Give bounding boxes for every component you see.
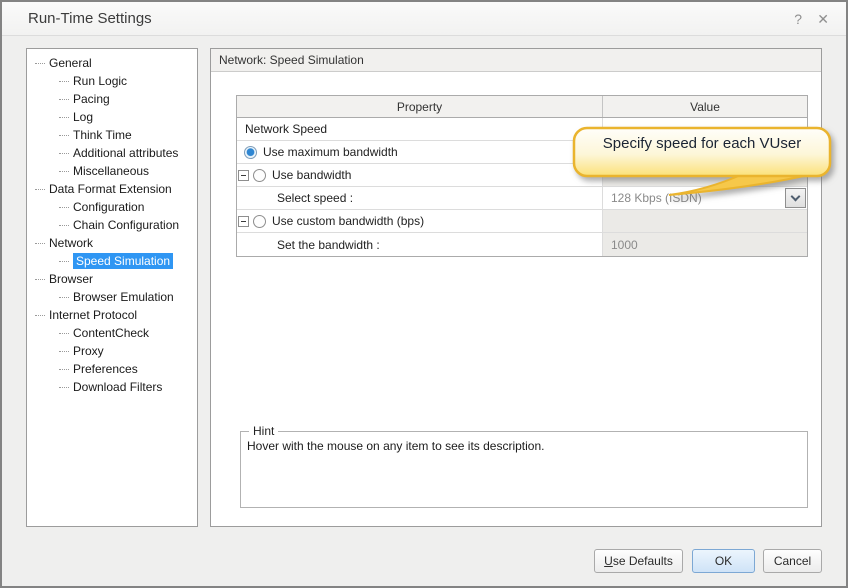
collapse-icon-use-custom-bandwidth[interactable] [238,216,249,227]
tree-guide [59,225,69,226]
tree-guide [59,135,69,136]
tree-item-log[interactable]: Log [27,108,197,126]
tree-guide [59,99,69,100]
close-icon[interactable]: ✕ [817,11,829,28]
select-speed-label: Select speed : [237,191,353,205]
tree-guide [35,243,45,244]
column-header-property: Property [237,96,603,117]
radio-label-use-custom-bandwidth: Use custom bandwidth (bps) [272,214,424,228]
property-table: Property Value Network Speed Use maximum… [236,95,808,257]
ok-button[interactable]: OK [692,549,755,573]
tree-guide [59,171,69,172]
table-row: Use maximum bandwidth [237,141,807,164]
hint-text: Hover with the mouse on any item to see … [247,439,544,453]
combobox-dropdown-button[interactable] [785,188,806,208]
hint-legend: Hint [249,424,278,438]
radio-use-custom-bandwidth[interactable] [253,215,266,228]
tree-guide [35,279,45,280]
tree-guide [59,369,69,370]
tree-guide [35,315,45,316]
set-bandwidth-value: 1000 [603,238,638,252]
tree-item-contentcheck[interactable]: ContentCheck [27,324,197,342]
tree-guide [59,153,69,154]
tree-item-pacing[interactable]: Pacing [27,90,197,108]
tree-item-network[interactable]: Network [27,234,197,252]
help-icon[interactable]: ? [794,11,802,27]
radio-use-bandwidth[interactable] [253,169,266,182]
column-header-value: Value [603,96,807,117]
tree-item-think-time[interactable]: Think Time [27,126,197,144]
tree-guide [59,81,69,82]
tree-guide [59,297,69,298]
tree-item-miscellaneous[interactable]: Miscellaneous [27,162,197,180]
hint-groupbox: Hint Hover with the mouse on any item to… [240,431,808,508]
radio-label-use-bandwidth: Use bandwidth [272,168,351,182]
cancel-button[interactable]: Cancel [763,549,822,573]
tree-guide [59,333,69,334]
use-defaults-button[interactable]: Use Defaults [594,549,683,573]
collapse-icon-use-bandwidth[interactable] [238,170,249,181]
table-row: Network Speed [237,118,807,141]
radio-label-use-maximum-bandwidth: Use maximum bandwidth [263,145,398,159]
settings-panel: Network: Speed Simulation Property Value… [210,48,822,527]
dialog-title: Run-Time Settings [28,10,152,27]
panel-header: Network: Speed Simulation [211,49,821,72]
tree-item-preferences[interactable]: Preferences [27,360,197,378]
set-bandwidth-label: Set the bandwidth : [237,238,380,252]
tree-guide [59,207,69,208]
table-row: Set the bandwidth : 1000 [237,233,807,256]
table-row: Use custom bandwidth (bps) [237,210,807,233]
tree-item-run-logic[interactable]: Run Logic [27,72,197,90]
table-row: Use bandwidth [237,164,807,187]
tree-guide [35,63,45,64]
tree-guide [59,261,69,262]
tree-item-browser[interactable]: Browser [27,270,197,288]
select-speed-combobox[interactable]: 128 Kbps (ISDN) [603,187,807,209]
tree-item-download-filters[interactable]: Download Filters [27,378,197,396]
tree-item-speed-simulation[interactable]: Speed Simulation [27,252,197,270]
title-bar: Run-Time Settings ? ✕ [2,2,846,36]
runtime-settings-dialog: Run-Time Settings ? ✕ General Run Logic … [0,0,848,588]
radio-use-maximum-bandwidth[interactable] [244,146,257,159]
tree-guide [59,351,69,352]
tree-item-browser-emulation[interactable]: Browser Emulation [27,288,197,306]
tree-item-general[interactable]: General [27,54,197,72]
select-speed-value: 128 Kbps (ISDN) [603,191,702,205]
category-network-speed: Network Speed [237,122,327,136]
tree-item-chain-configuration[interactable]: Chain Configuration [27,216,197,234]
tree-item-proxy[interactable]: Proxy [27,342,197,360]
table-header-row: Property Value [237,96,807,118]
tree-item-data-format-extension[interactable]: Data Format Extension [27,180,197,198]
table-row: Select speed : 128 Kbps (ISDN) [237,187,807,210]
tree-item-additional-attributes[interactable]: Additional attributes [27,144,197,162]
tree-item-configuration[interactable]: Configuration [27,198,197,216]
settings-tree: General Run Logic Pacing Log Think Time … [26,48,198,527]
tree-item-internet-protocol[interactable]: Internet Protocol [27,306,197,324]
tree-guide [35,189,45,190]
chevron-down-icon [791,192,801,202]
tree-guide [59,117,69,118]
tree-guide [59,387,69,388]
